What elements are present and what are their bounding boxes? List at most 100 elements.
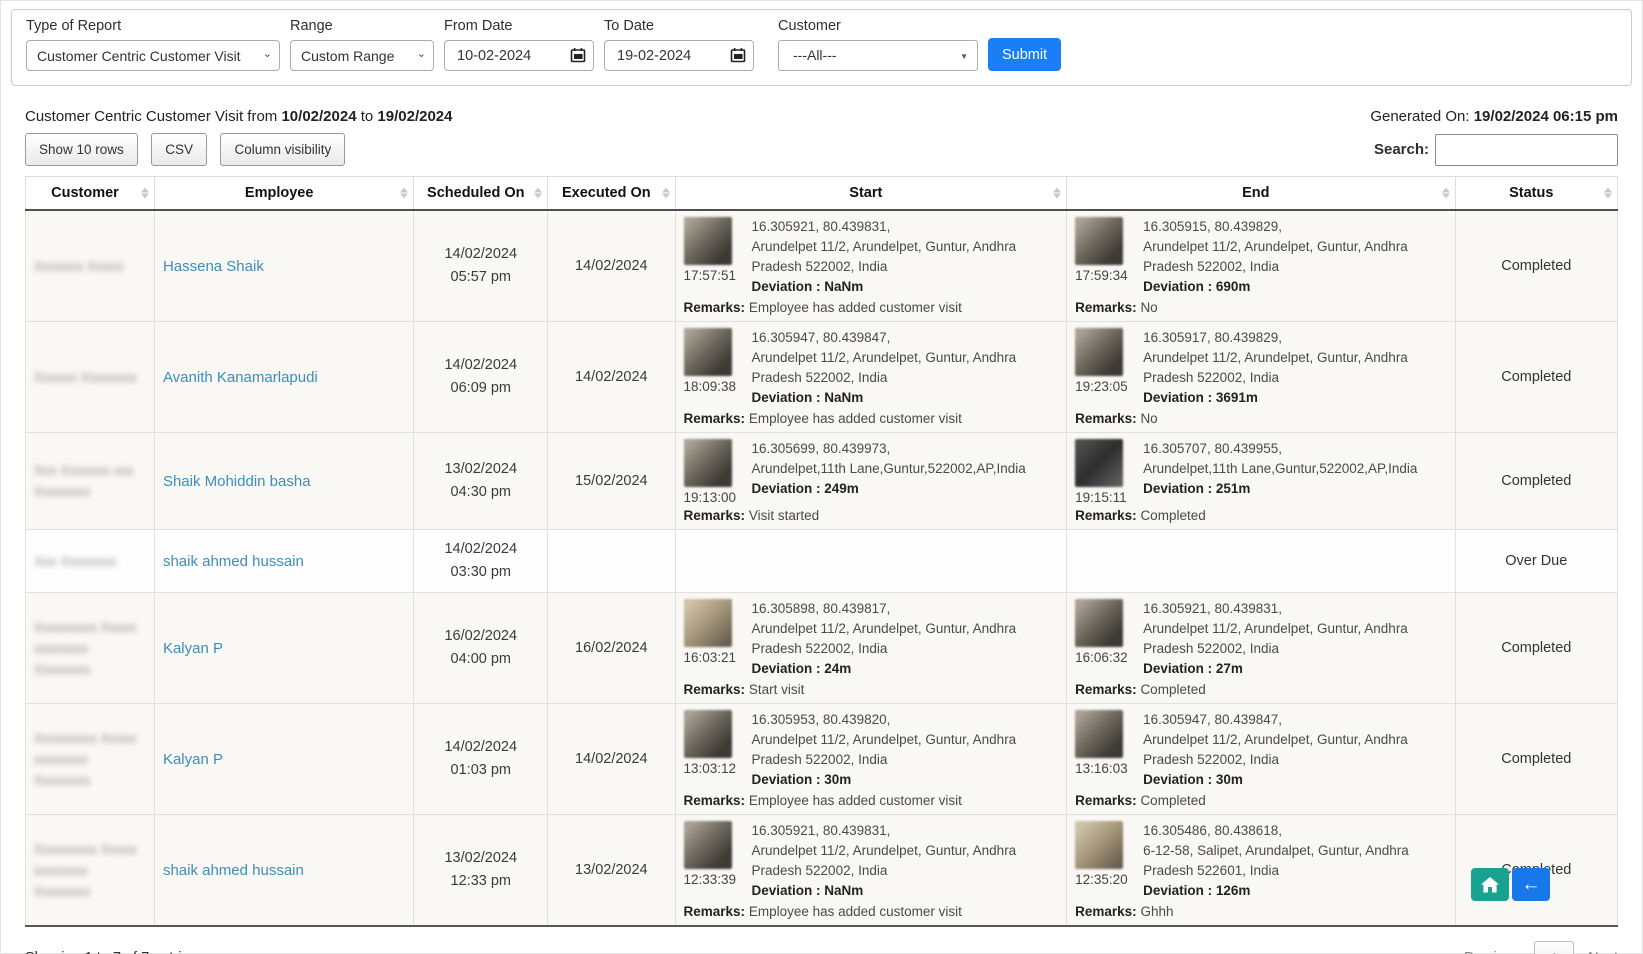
sort-icon [534,188,542,199]
previous-page-button[interactable]: Previous [1464,950,1520,954]
end-deviation: Deviation : 251m [1143,479,1446,499]
home-button[interactable] [1471,868,1509,901]
employee-link[interactable]: Avanith Kanamarlapudi [163,369,318,386]
calendar-icon[interactable] [570,47,586,63]
start-remarks: Remarks: Employee has added customer vis… [684,300,1059,315]
end-remarks: Remarks: Completed [1075,793,1446,808]
customer-name-blurred: Xxxxxxxx [34,659,146,680]
arrow-left-icon: ← [1522,874,1541,896]
employee-link[interactable]: Shaik Mohiddin basha [163,473,311,490]
employee-link[interactable]: shaik ahmed hussain [163,553,304,570]
scheduled-on-cell: 14/02/202405:57 pm [414,210,548,322]
start-cell: 16:03:2116.305898, 80.439817,Arundelpet … [675,593,1067,704]
from-date-label: From Date [444,18,594,34]
table-row: Xxxxxxxxx XxxxxxxxxxxxxXxxxxxxxKalyan P1… [26,704,1618,815]
start-address: Arundelpet 11/2, Arundelpet, Guntur, And… [752,237,1059,277]
end-deviation: Deviation : 30m [1143,770,1446,790]
table-row: Xxxxxx Xxxxxxxx Avanith Kanamarlapudi 14/0… [26,322,1618,433]
start-address: Arundelpet 11/2, Arundelpet, Guntur, And… [752,730,1059,770]
sort-icon [141,188,149,199]
scheduled-date: 14/02/2024 [422,354,539,377]
scheduled-time: 04:30 pm [422,481,539,504]
customer-cell: Xxxxxxxxx XxxxxxxxxxxxxXxxxxxxx [26,815,155,927]
dropdown-arrow-icon: ▼ [960,52,968,61]
sort-icon [400,188,408,199]
start-address: Arundelpet 11/2, Arundelpet, Guntur, And… [752,619,1059,659]
end-remarks-text: Completed [1140,793,1205,808]
show-rows-button[interactable]: Show 10 rows [25,133,138,166]
column-header-label: Employee [245,185,314,201]
column-header-end[interactable]: End [1067,177,1455,211]
start-photo [684,328,732,376]
column-header-employee[interactable]: Employee [154,177,413,211]
submit-button[interactable]: Submit [988,38,1061,71]
column-header-status[interactable]: Status [1455,177,1617,211]
executed-on-cell: 13/02/2024 [548,815,675,927]
table-row: Xxx Xxxxxxx xxxXxxxxxxx Shaik Mohiddin ba… [26,433,1618,530]
filter-bar: Type of Report Customer Centric Customer… [11,9,1632,86]
column-header-label: Scheduled On [427,185,525,201]
start-remarks-text: Employee has added customer visit [749,411,962,426]
scheduled-date: 14/02/2024 [422,736,539,759]
end-time: 17:59:34 [1075,268,1133,283]
page-number-button[interactable]: 1 [1534,941,1574,954]
column-visibility-button[interactable]: Column visibility [220,133,345,166]
column-header-executed-on[interactable]: Executed On [548,177,675,211]
start-time: 17:57:51 [684,268,742,283]
start-remarks: Remarks: Employee has added customer vis… [684,904,1059,919]
start-cell: 12:33:3916.305921, 80.439831,Arundelpet … [675,815,1067,927]
start-deviation: Deviation : NaNm [752,881,1059,901]
start-remarks: Remarks: Employee has added customer vis… [684,793,1059,808]
end-time: 19:15:11 [1075,490,1133,505]
calendar-icon[interactable] [730,47,746,63]
back-button[interactable]: ← [1512,868,1550,901]
end-deviation: Deviation : 3691m [1143,388,1446,408]
report-to-date: 19/02/2024 [377,108,452,125]
remarks-label: Remarks: [1075,793,1137,808]
employee-cell: shaik ahmed hussain [154,530,413,593]
customer-name-blurred: Xxxxxxxx [34,770,146,791]
start-photo [684,599,732,647]
status-cell: Completed [1455,704,1617,815]
scheduled-time: 06:09 pm [422,377,539,400]
customer-name-blurred: Xxxxxxxx [34,881,146,902]
customer-cell: Xxx Xxxxxxx xxxXxxxxxxx [26,433,155,530]
end-photo [1075,439,1123,487]
csv-button[interactable]: CSV [151,133,207,166]
start-coordinates: 16.305947, 80.439847, [752,328,1059,348]
start-time: 13:03:12 [684,761,742,776]
customer-cell: Xxxxxx Xxxxxxxx [26,322,155,433]
next-page-button[interactable]: Next [1588,950,1618,954]
scheduled-on-cell: 16/02/202404:00 pm [414,593,548,704]
scheduled-on-cell: 13/02/202412:33 pm [414,815,548,927]
column-header-customer[interactable]: Customer [26,177,155,211]
start-remarks-text: Employee has added customer visit [749,300,962,315]
employee-cell: shaik ahmed hussain [154,815,413,927]
start-cell: 17:57:5116.305921, 80.439831,Arundelpet … [675,210,1067,322]
end-photo [1075,599,1123,647]
customer-select[interactable]: ---All--- ▼ [778,40,978,71]
scheduled-date: 14/02/2024 [422,243,539,266]
end-address: Arundelpet 11/2, Arundelpet, Guntur, And… [1143,619,1446,659]
start-remarks-text: Visit started [749,508,819,523]
employee-link[interactable]: Kalyan P [163,751,223,768]
employee-link[interactable]: Hassena Shaik [163,258,264,275]
end-coordinates: 16.305921, 80.439831, [1143,599,1446,619]
start-cell [675,530,1067,593]
type-of-report-select[interactable]: Customer Centric Customer Visit [26,40,280,71]
employee-cell: Avanith Kanamarlapudi [154,322,413,433]
search-input[interactable] [1435,134,1618,166]
employee-link[interactable]: shaik ahmed hussain [163,862,304,879]
column-header-start[interactable]: Start [675,177,1067,211]
range-select[interactable]: Custom Range [290,40,434,71]
start-cell: 18:09:3816.305947, 80.439847,Arundelpet … [675,322,1067,433]
end-photo [1075,217,1123,265]
employee-link[interactable]: Kalyan P [163,640,223,657]
column-header-scheduled-on[interactable]: Scheduled On [414,177,548,211]
sort-icon [662,188,670,199]
table-row: Xxxxxxx XxxxxHassena Shaik14/02/202405:5… [26,210,1618,322]
remarks-label: Remarks: [684,508,746,523]
column-header-label: Status [1509,185,1553,201]
remarks-label: Remarks: [684,300,746,315]
customer-name-blurred: Xxxxxxxxx Xxxxx [34,839,146,860]
